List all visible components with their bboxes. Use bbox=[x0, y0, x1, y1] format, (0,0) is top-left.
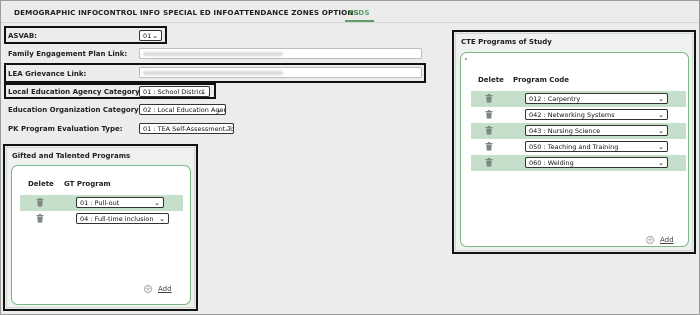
asvab-value: 01 bbox=[143, 32, 152, 40]
gt-program-select[interactable]: 04 : Full-time inclusion ⌄ bbox=[76, 213, 169, 224]
blurred-link-text bbox=[143, 71, 283, 75]
asvab-select[interactable]: 01 ⌄ bbox=[139, 30, 162, 41]
trash-icon[interactable] bbox=[36, 214, 44, 223]
gt-program-value: 04 : Full-time inclusion bbox=[80, 215, 154, 223]
chevron-down-icon: ⌄ bbox=[658, 143, 664, 151]
trash-icon[interactable] bbox=[485, 126, 493, 135]
tab-demographic-info[interactable]: DEMOGRAPHIC INFO bbox=[14, 8, 98, 17]
asvab-label: ASVAB: bbox=[8, 32, 37, 40]
cte-program-select[interactable]: 012 : Carpentry ⌄ bbox=[525, 93, 668, 104]
chevron-down-icon: ⌄ bbox=[658, 159, 664, 167]
lea-category-label: Local Education Agency Category: bbox=[8, 88, 143, 96]
tab-attendance-zones-options[interactable]: ATTENDANCE ZONES OPTIONS bbox=[234, 8, 359, 17]
gt-add-button[interactable]: + Add bbox=[144, 285, 172, 293]
cte-col-delete: Delete bbox=[478, 76, 504, 84]
cte-program-value: 042 : Networking Systems bbox=[529, 111, 615, 119]
cte-program-select[interactable]: 042 : Networking Systems ⌄ bbox=[525, 109, 668, 120]
tab-bar: DEMOGRAPHIC INFO CONTROL INFO SPECIAL ED… bbox=[1, 1, 699, 23]
lea-category-select[interactable]: 01 : School District ⌄ bbox=[139, 86, 210, 97]
trash-icon[interactable] bbox=[485, 94, 493, 103]
cte-program-select[interactable]: 060 : Welding ⌄ bbox=[525, 157, 668, 168]
table-row: 060 : Welding ⌄ bbox=[471, 155, 686, 171]
tab-special-ed-info[interactable]: SPECIAL ED INFO bbox=[163, 8, 234, 17]
tab-control-info[interactable]: CONTROL INFO bbox=[98, 8, 160, 17]
gt-programs-panel: Gifted and Talented Programs Delete GT P… bbox=[6, 147, 195, 308]
chevron-down-icon: ⌄ bbox=[658, 95, 664, 103]
cte-program-select[interactable]: 050 : Teaching and Training ⌄ bbox=[525, 141, 668, 152]
cte-program-value: 043 : Nursing Science bbox=[529, 127, 601, 135]
cte-add-label: Add bbox=[660, 236, 674, 244]
chevron-down-icon: ⌄ bbox=[658, 111, 664, 119]
chevron-down-icon: ⌄ bbox=[159, 215, 165, 223]
active-tab-indicator bbox=[345, 20, 374, 22]
cte-program-select[interactable]: 043 : Nursing Science ⌄ bbox=[525, 125, 668, 136]
table-row: 042 : Networking Systems ⌄ bbox=[471, 107, 686, 123]
plus-circle-icon: + bbox=[144, 285, 152, 293]
lea-category-value: 01 : School District bbox=[143, 88, 205, 96]
cte-panel-title: CTE Programs of Study bbox=[461, 38, 552, 46]
cte-add-button[interactable]: + Add bbox=[646, 236, 674, 244]
gt-panel-title: Gifted and Talented Programs bbox=[12, 152, 131, 160]
lea-grievance-link-field[interactable] bbox=[139, 67, 422, 78]
chevron-down-icon: ⌄ bbox=[658, 127, 664, 135]
family-engagement-label: Family Engagement Plan Link: bbox=[8, 50, 128, 58]
chevron-down-icon: ⌄ bbox=[216, 106, 222, 114]
gt-program-value: 01 : Pull-out bbox=[80, 199, 120, 207]
trash-icon[interactable] bbox=[485, 142, 493, 151]
cte-col-program: Program Code bbox=[513, 76, 570, 84]
cte-programs-panel: CTE Programs of Study Delete Program Cod… bbox=[455, 33, 693, 251]
edorg-category-label: Education Organization Category: bbox=[8, 106, 142, 114]
family-engagement-link-field[interactable] bbox=[139, 48, 422, 59]
plus-circle-icon: + bbox=[646, 236, 654, 244]
trash-icon[interactable] bbox=[36, 198, 44, 207]
cte-program-value: 060 : Welding bbox=[529, 159, 574, 167]
table-row: 04 : Full-time inclusion ⌄ bbox=[20, 211, 183, 227]
chevron-down-icon: ⌄ bbox=[154, 199, 160, 207]
table-row: 012 : Carpentry ⌄ bbox=[471, 91, 686, 107]
tab-tsds[interactable]: TSDS bbox=[348, 8, 370, 17]
lea-grievance-label: LEA Grievance Link: bbox=[8, 70, 87, 78]
chevron-down-icon: ⌄ bbox=[200, 88, 206, 96]
pk-eval-label: PK Program Evaluation Type: bbox=[8, 125, 123, 133]
cte-program-value: 050 : Teaching and Training bbox=[529, 143, 619, 151]
cte-program-value: 012 : Carpentry bbox=[529, 95, 581, 103]
table-row: 043 : Nursing Science ⌄ bbox=[471, 123, 686, 139]
gt-add-label: Add bbox=[158, 285, 172, 293]
trash-icon[interactable] bbox=[485, 110, 493, 119]
gt-col-program: GT Program bbox=[64, 180, 111, 188]
edorg-category-value: 02 : Local Education Agency bbox=[143, 106, 226, 114]
pk-eval-select[interactable]: 01 : TEA Self-Assessment Tool ⌄ bbox=[139, 123, 234, 134]
gt-col-delete: Delete bbox=[28, 180, 54, 188]
edorg-category-select[interactable]: 02 : Local Education Agency ⌄ bbox=[139, 104, 226, 115]
trash-icon[interactable] bbox=[485, 158, 493, 167]
pk-eval-value: 01 : TEA Self-Assessment Tool bbox=[143, 125, 234, 133]
table-row: 050 : Teaching and Training ⌄ bbox=[471, 139, 686, 155]
app-frame: DEMOGRAPHIC INFO CONTROL INFO SPECIAL ED… bbox=[0, 0, 700, 315]
gt-program-select[interactable]: 01 : Pull-out ⌄ bbox=[76, 197, 164, 208]
blurred-link-text bbox=[143, 52, 283, 56]
chevron-down-icon: ⌄ bbox=[152, 32, 158, 40]
collapse-dot bbox=[465, 58, 467, 60]
gt-programs-grid: Delete GT Program 01 : Pull-out ⌄ 04: F… bbox=[11, 165, 191, 305]
cte-programs-grid: Delete Program Code 012 : Carpentry ⌄ 04… bbox=[460, 52, 689, 247]
chevron-down-icon: ⌄ bbox=[224, 125, 230, 133]
table-row: 01 : Pull-out ⌄ bbox=[20, 195, 183, 211]
